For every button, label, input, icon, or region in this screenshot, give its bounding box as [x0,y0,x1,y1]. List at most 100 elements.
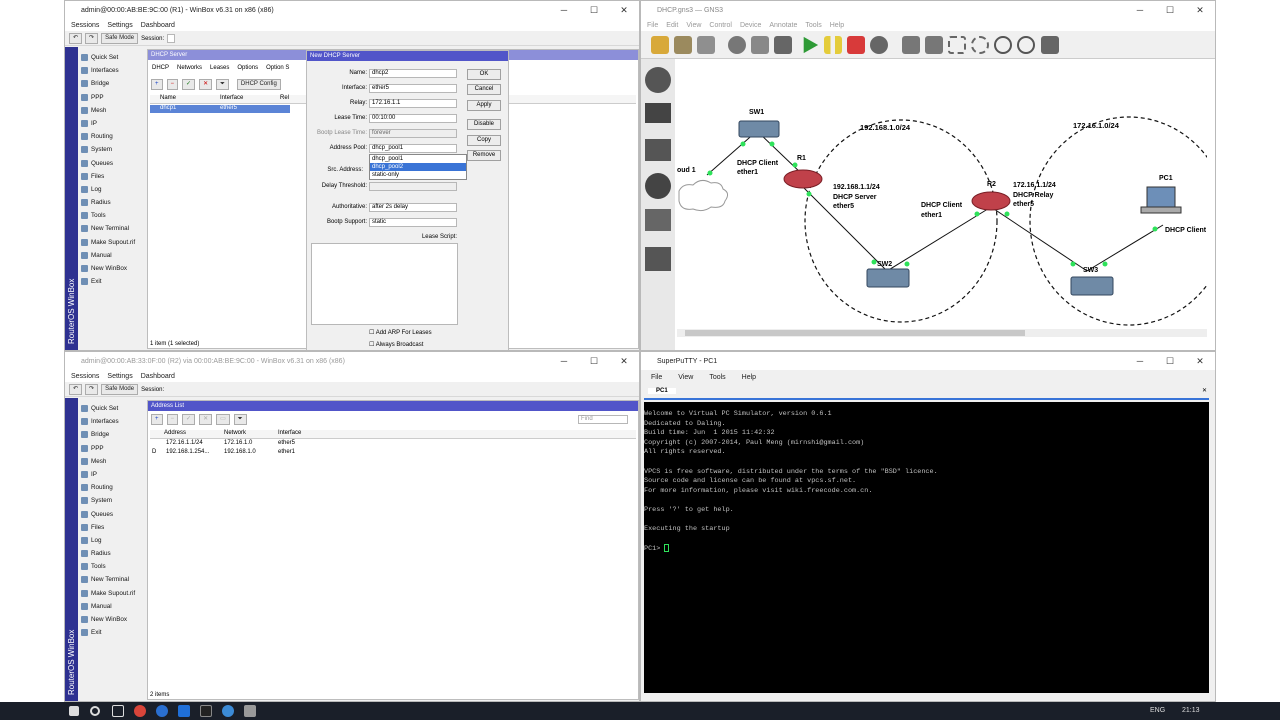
menu-edit[interactable]: Edit [666,22,678,29]
r1-router-icon[interactable] [783,169,823,189]
sidebar-item-tools[interactable]: Tools [79,560,145,573]
remove-icon[interactable]: − [166,414,179,425]
all-devices-icon[interactable] [645,209,671,231]
session-field[interactable] [167,34,176,43]
sidebar-item-exit[interactable]: Exit [79,275,145,288]
clock[interactable]: 21:13 [1182,707,1200,714]
maximize-button[interactable]: ☐ [1155,1,1185,19]
ok-button[interactable]: OK [467,69,501,80]
lease-time-field[interactable]: 00:10:00 [369,114,457,123]
menu-help[interactable]: Help [742,374,756,381]
col-network[interactable]: Network [224,430,246,436]
tab-leases[interactable]: Leases [210,65,229,71]
pool-option-1[interactable]: dhcp_pool1 [370,155,466,163]
filter-icon[interactable]: ⏷ [233,414,247,425]
menu-settings[interactable]: Settings [107,373,132,380]
sidebar-item-system[interactable]: System [79,143,145,156]
sidebar-item-routing[interactable]: Routing [79,130,145,143]
sidebar-item-new-winbox[interactable]: New WinBox [79,262,145,275]
open-project-icon[interactable] [674,36,692,54]
terminal-output[interactable]: Welcome to Virtual PC Simulator, version… [644,402,1209,693]
stop-icon[interactable] [847,36,865,54]
always-broadcast-checkbox[interactable]: ☐ Always Broadcast [369,341,423,348]
disable-button[interactable]: Disable [467,119,501,130]
reload-icon[interactable] [870,36,888,54]
sw2-switch-icon[interactable] [866,268,910,288]
sidebar-item-queues[interactable]: Queues [79,157,145,170]
maximize-button[interactable]: ☐ [579,1,609,19]
image-icon[interactable] [925,36,943,54]
pool-option-2[interactable]: dhcp_pool2 [370,163,466,171]
sidebar-item-ip[interactable]: IP [79,468,145,481]
gns3-icon[interactable] [222,705,234,717]
sidebar-item-ip[interactable]: IP [79,117,145,130]
address-pool-select[interactable]: dhcp_pool1 [369,144,457,153]
sw3-switch-icon[interactable] [1070,276,1114,296]
sidebar-item-new-terminal[interactable]: New Terminal [79,222,145,235]
sidebar-item-ppp[interactable]: PPP [79,442,145,455]
menu-annotate[interactable]: Annotate [769,22,797,29]
tab-pc1[interactable]: PC1 [648,388,676,394]
terminal-icon[interactable] [774,36,792,54]
new-project-icon[interactable] [651,36,669,54]
pause-icon[interactable] [824,36,842,54]
sidebar-item-ppp[interactable]: PPP [79,91,145,104]
redo-button[interactable]: ↷ [85,33,99,44]
sidebar-item-files[interactable]: Files [79,170,145,183]
add-icon[interactable]: + [151,79,163,90]
sidebar-item-quick-set[interactable]: Quick Set [79,402,145,415]
lease-script-textarea[interactable] [311,243,458,325]
sidebar-item-log[interactable]: Log [79,183,145,196]
minimize-button[interactable]: ─ [549,1,579,19]
menu-help[interactable]: Help [830,22,844,29]
menu-file[interactable]: File [647,22,658,29]
terminal-icon[interactable] [200,705,212,717]
sidebar-item-bridge[interactable]: Bridge [79,77,145,90]
minimize-button[interactable]: ─ [549,352,579,370]
delay-threshold-field[interactable] [369,182,457,191]
authoritative-select[interactable]: after 2s delay [369,203,457,212]
find-input[interactable]: Find [578,415,628,424]
pc1-computer-icon[interactable] [1146,186,1176,208]
sidebar-item-new-winbox[interactable]: New WinBox [79,613,145,626]
enable-icon[interactable]: ✓ [182,79,196,90]
rectangle-icon[interactable] [948,36,966,54]
sidebar-item-mesh[interactable]: Mesh [79,104,145,117]
add-arp-checkbox[interactable]: ☐ Add ARP For Leases [369,329,432,336]
cancel-button[interactable]: Cancel [467,84,501,95]
copy-button[interactable]: Copy [467,135,501,146]
sidebar-item-interfaces[interactable]: Interfaces [79,64,145,77]
menu-view[interactable]: View [678,374,693,381]
apply-button[interactable]: Apply [467,100,501,111]
ie-icon[interactable] [156,705,168,717]
tab-close-icon[interactable]: ✕ [1202,387,1207,394]
zoom-out-icon[interactable] [1017,36,1035,54]
language-indicator[interactable]: ENG [1150,707,1165,714]
sidebar-item-manual[interactable]: Manual [79,249,145,262]
sidebar-item-tools[interactable]: Tools [79,209,145,222]
menu-sessions[interactable]: Sessions [71,373,99,380]
edge-icon[interactable] [178,705,190,717]
col-interface[interactable]: Interface [278,430,301,436]
menu-sessions[interactable]: Sessions [71,22,99,29]
security-devices-icon[interactable] [645,173,671,199]
sw1-switch-icon[interactable] [738,120,780,138]
sidebar-item-make-supout-rif[interactable]: Make Supout.rif [79,587,145,600]
sidebar-item-routing[interactable]: Routing [79,481,145,494]
cloud-icon[interactable] [678,179,729,212]
enable-icon[interactable]: ✓ [182,414,196,425]
safe-mode-button[interactable]: Safe Mode [101,384,139,395]
sidebar-item-system[interactable]: System [79,494,145,507]
sidebar-item-interfaces[interactable]: Interfaces [79,415,145,428]
menu-view[interactable]: View [686,22,701,29]
scrollbar-thumb[interactable] [685,330,1025,336]
minimize-button[interactable]: ─ [1125,352,1155,370]
menu-tools[interactable]: Tools [709,374,725,381]
maximize-button[interactable]: ☐ [579,352,609,370]
menu-dashboard[interactable]: Dashboard [141,373,175,380]
tab-option-sets[interactable]: Option S [266,65,289,71]
bootp-support-select[interactable]: static [369,218,457,227]
add-icon[interactable]: + [151,414,163,425]
redo-button[interactable]: ↷ [85,384,99,395]
relay-field[interactable]: 172.16.1.1 [369,99,457,108]
